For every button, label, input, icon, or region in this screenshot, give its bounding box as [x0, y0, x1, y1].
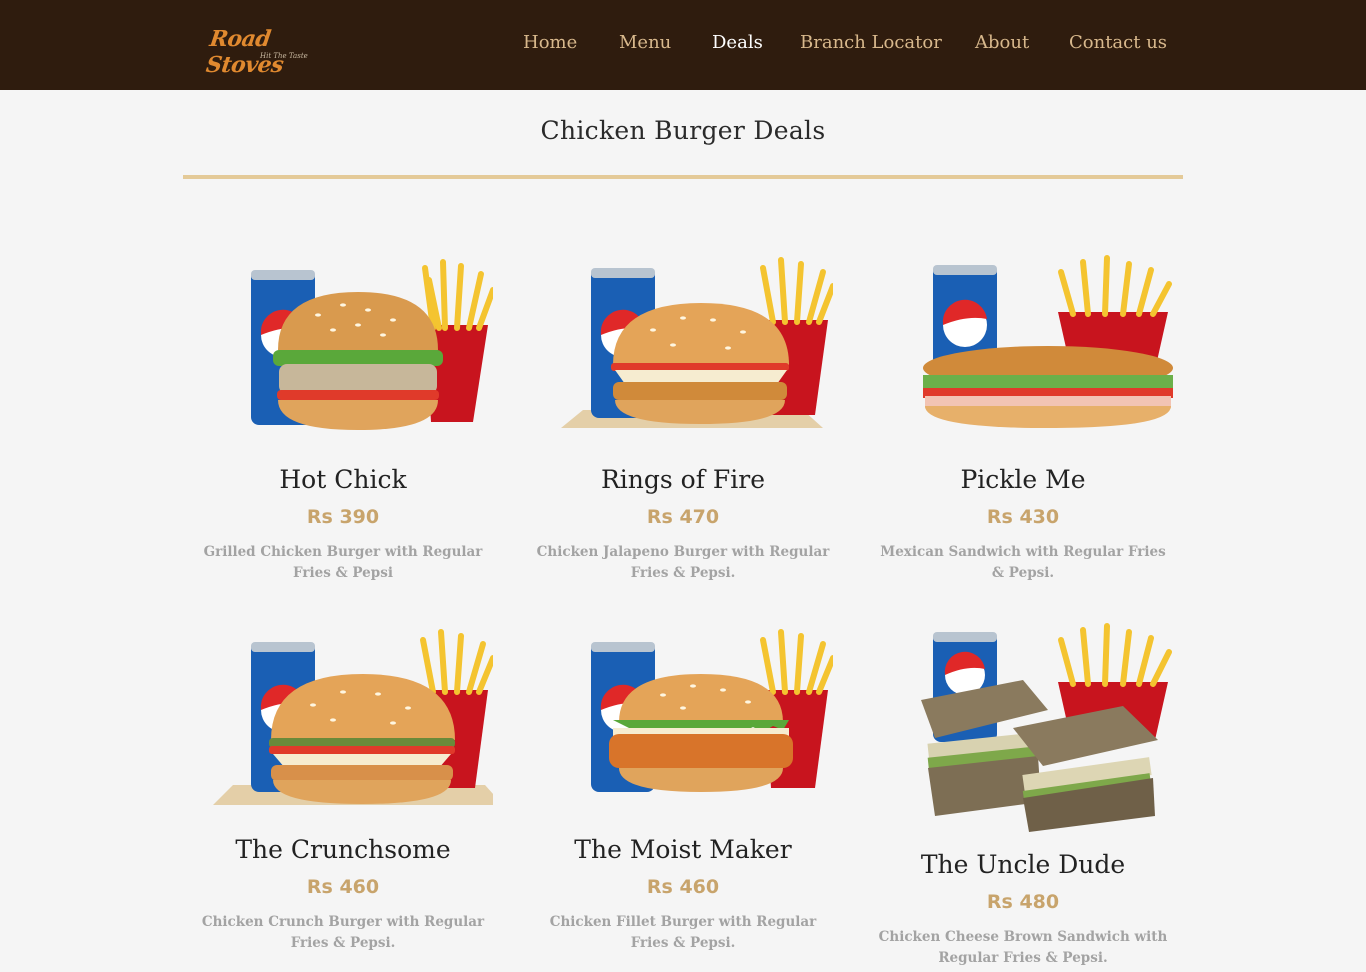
deal-description: Mexican Sandwich with Regular Fries & Pe…: [880, 544, 1166, 581]
page-title: Chicken Burger Deals: [540, 116, 826, 145]
deal-name: Rings of Fire: [600, 465, 766, 494]
deal-description: Chicken Fillet Burger with Regular Fries…: [549, 914, 817, 951]
deal-name: Hot Chick: [279, 465, 407, 494]
deal-card-hot-chick[interactable]: Hot Chick Rs 390 Grilled Chicken Burger …: [173, 250, 513, 584]
deal-image-sub-sandwich-combo: [873, 250, 1173, 450]
title-divider: [183, 175, 1183, 179]
deal-card-the-moist-maker[interactable]: The Moist Maker Rs 460 Chicken Fillet Bu…: [513, 620, 853, 954]
deal-price: Rs 480: [986, 891, 1060, 913]
deal-price: Rs 460: [646, 876, 720, 898]
deal-name: The Uncle Dude: [920, 850, 1126, 879]
deal-description: Grilled Chicken Burger with Regular Frie…: [203, 544, 483, 581]
nav-item-home[interactable]: Home: [523, 32, 577, 53]
deal-card-rings-of-fire[interactable]: Rings of Fire Rs 470 Chicken Jalapeno Bu…: [513, 250, 853, 584]
deal-image-brown-sandwich-combo: [873, 620, 1173, 835]
deal-card-pickle-me[interactable]: Pickle Me Rs 430 Mexican Sandwich with R…: [853, 250, 1193, 584]
deal-price: Rs 430: [986, 506, 1060, 528]
deal-description: Chicken Jalapeno Burger with Regular Fri…: [536, 544, 830, 581]
deal-card-the-uncle-dude[interactable]: The Uncle Dude Rs 480 Chicken Cheese Bro…: [853, 620, 1193, 969]
deal-name: The Moist Maker: [574, 835, 792, 864]
deal-image-burger-combo: [533, 250, 833, 450]
deal-price: Rs 460: [306, 876, 380, 898]
deal-image-burger-combo: [533, 620, 833, 820]
deal-name: The Crunchsome: [235, 835, 451, 864]
deal-description: Chicken Crunch Burger with Regular Fries…: [201, 914, 485, 951]
nav-links: Home Menu Deals Branch Locator About Con…: [0, 0, 1366, 90]
navbar: Road Stoves Hit The Taste Home Menu Deal…: [0, 0, 1366, 90]
nav-item-branch-locator[interactable]: Branch Locator: [800, 32, 942, 53]
nav-item-menu[interactable]: Menu: [619, 32, 671, 53]
deal-price: Rs 390: [306, 506, 380, 528]
deal-image-burger-combo: [193, 250, 493, 450]
deal-description: Chicken Cheese Brown Sandwich with Regul…: [878, 929, 1168, 966]
deal-price: Rs 470: [646, 506, 720, 528]
nav-item-contact-us[interactable]: Contact us: [1069, 32, 1167, 53]
deal-name: Pickle Me: [960, 465, 1086, 494]
nav-item-about[interactable]: About: [975, 32, 1029, 53]
nav-item-deals[interactable]: Deals: [712, 32, 763, 53]
deal-image-burger-combo: [193, 620, 493, 820]
deal-card-the-crunchsome[interactable]: The Crunchsome Rs 460 Chicken Crunch Bur…: [173, 620, 513, 954]
